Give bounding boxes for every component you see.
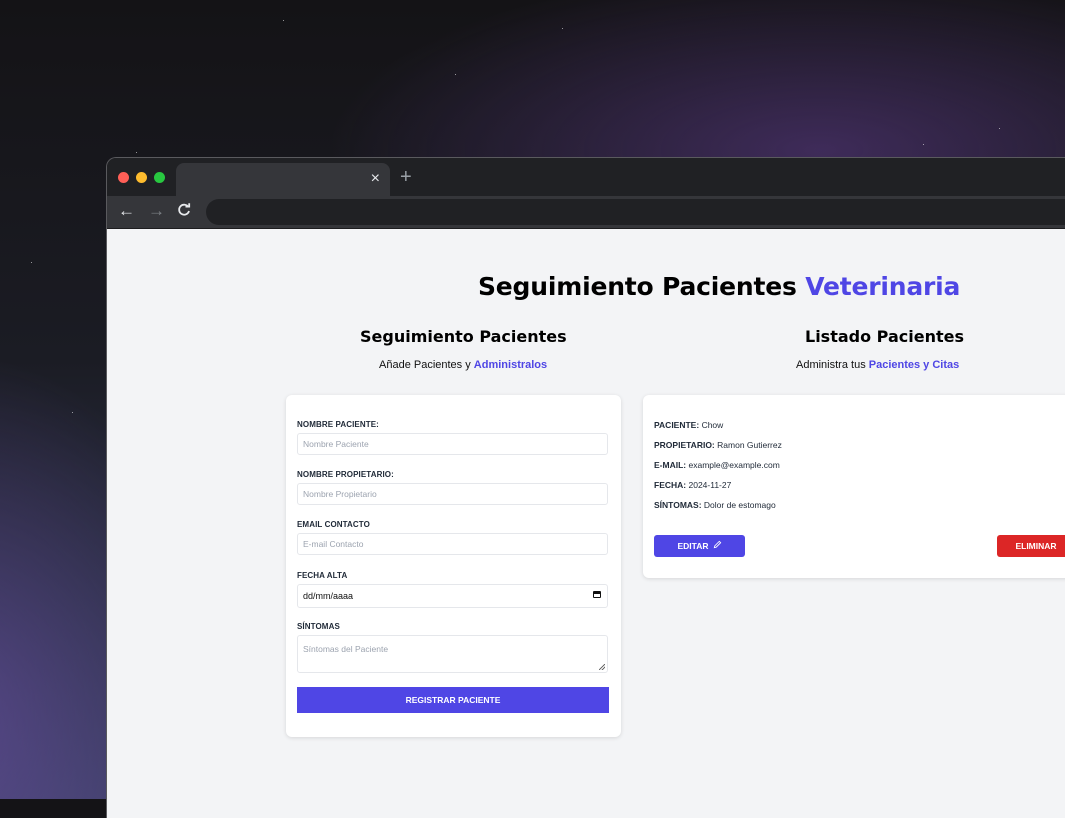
page-viewport: Seguimiento Pacientes Veterinaria Seguim… [107,229,1065,818]
patient-name-row: PACIENTE: Chow [654,420,724,430]
maximize-window-button[interactable] [154,172,165,183]
resize-grip-icon[interactable] [599,664,605,670]
address-bar[interactable] [206,199,1065,225]
new-tab-button[interactable]: + [400,167,412,187]
patient-form: NOMBRE PACIENTE: NOMBRE PROPIETARIO: EMA… [286,395,621,737]
browser-window: × + ← → Seguimiento Pacientes Veterinari… [106,157,1065,818]
patient-card: PACIENTE: Chow PROPIETARIO: Ramon Gutier… [643,395,1065,578]
owner-name-input[interactable] [297,483,608,505]
patient-owner-row: PROPIETARIO: Ramon Gutierrez [654,440,782,450]
edit-button-label: EDITAR [677,541,709,551]
minimize-window-button[interactable] [136,172,147,183]
close-window-button[interactable] [118,172,129,183]
close-icon[interactable]: × [371,170,380,188]
edit-button[interactable]: EDITAR [654,535,745,557]
reload-icon[interactable] [177,201,191,222]
pencil-icon [713,535,722,557]
email-input[interactable] [297,533,608,555]
back-arrow-icon[interactable]: ← [118,201,135,221]
pet-name-label: NOMBRE PACIENTE: [297,420,379,429]
owner-name-label: NOMBRE PROPIETARIO: [297,470,394,479]
symptoms-placeholder: Síntomas del Paciente [303,644,389,654]
browser-tab[interactable]: × [176,163,390,196]
calendar-icon[interactable] [593,591,601,598]
list-section-subtitle: Administra tus Pacientes y Citas [796,359,960,371]
symptoms-label: SÍNTOMAS [297,622,340,631]
list-section-title: Listado Pacientes [805,327,964,346]
browser-toolbar: ← → [107,196,1065,229]
page-title: Seguimiento Pacientes Veterinaria [478,272,961,301]
symptoms-textarea[interactable]: Síntomas del Paciente [297,635,608,673]
tab-bar: × + [107,158,1065,196]
date-input[interactable]: dd/mm/aaaa [297,584,608,608]
date-label: FECHA ALTA [297,571,348,580]
delete-button[interactable]: ELIMINAR [997,535,1065,557]
patient-email-row: E-MAIL: example@example.com [654,460,780,470]
patient-symptoms-row: SÍNTOMAS: Dolor de estomago [654,500,776,510]
date-input-value: dd/mm/aaaa [303,591,354,601]
register-patient-button[interactable]: REGISTRAR PACIENTE [297,687,609,713]
form-section-title: Seguimiento Pacientes [360,327,567,346]
form-section-subtitle: Añade Pacientes y Administralos [379,359,548,371]
forward-arrow-icon[interactable]: → [148,201,165,221]
email-label: EMAIL CONTACTO [297,520,370,529]
pet-name-input[interactable] [297,433,608,455]
patient-date-row: FECHA: 2024-11-27 [654,480,732,490]
